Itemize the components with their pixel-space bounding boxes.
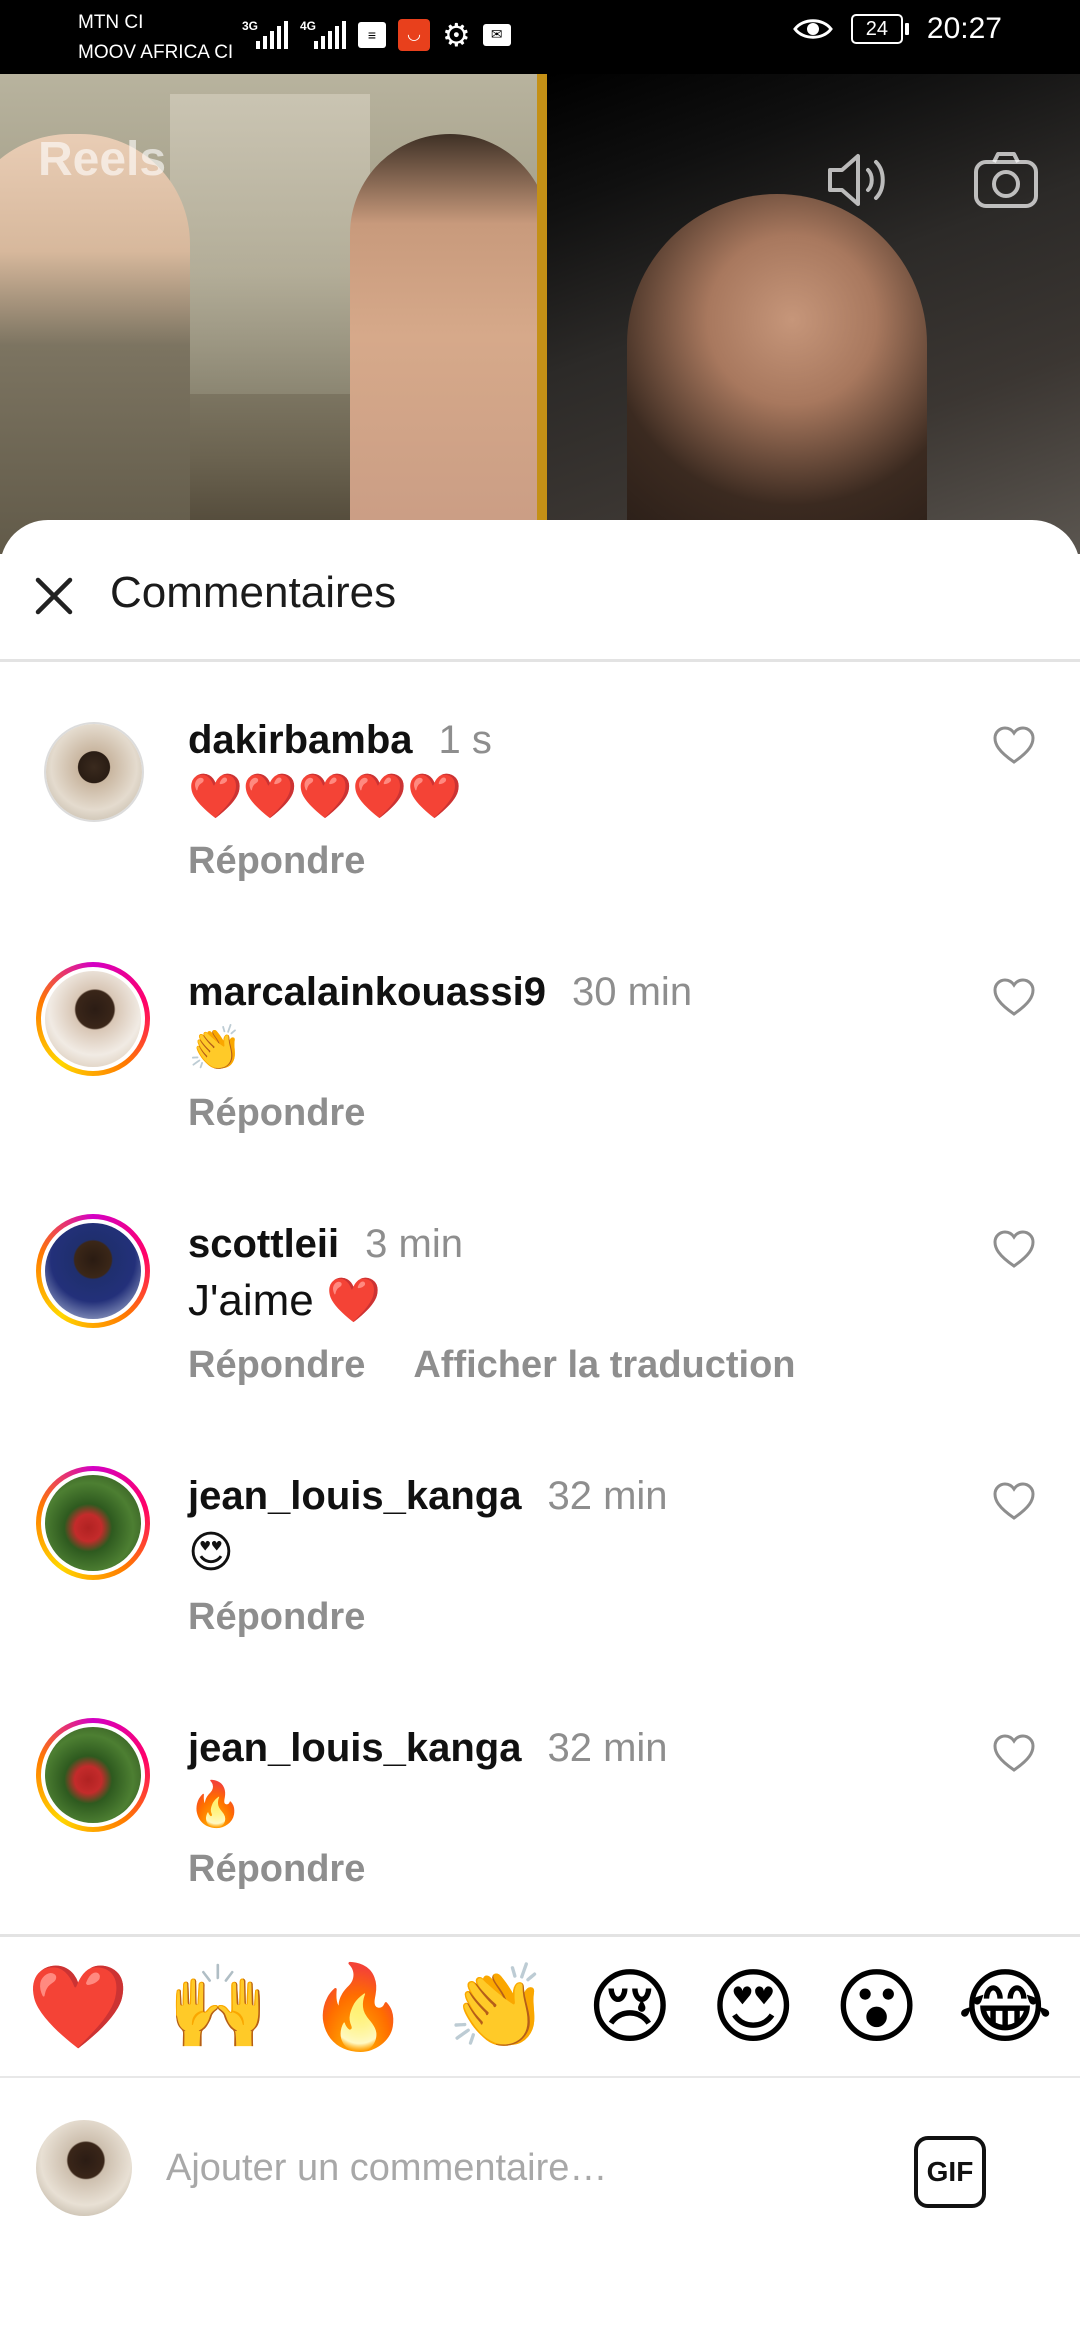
comment-time: 1 s xyxy=(438,718,492,762)
comment-text: J'aime ❤️ xyxy=(188,1276,381,1325)
comments-sheet: Commentaires dakirbamba 1 s ❤️❤️❤️❤️❤️ Ré… xyxy=(0,520,1080,2340)
avatar[interactable] xyxy=(44,722,144,822)
carrier-1: MTN CI xyxy=(78,12,144,33)
comment-item: jean_louis_kanga 32 min 🔥 Répondre xyxy=(0,1674,1080,1914)
avatar[interactable] xyxy=(36,962,150,1076)
comment-input[interactable] xyxy=(166,2133,866,2203)
message-icon: ≡ xyxy=(358,22,386,48)
sheet-header: Commentaires xyxy=(0,520,1080,662)
comment-item: scottleii 3 min J'aime ❤️ Répondre Affiche… xyxy=(0,1170,1080,1410)
emoji-button[interactable]: 😮 xyxy=(834,1963,919,2053)
comment-username[interactable]: jean_louis_kanga xyxy=(188,1726,521,1770)
comment-username[interactable]: dakirbamba xyxy=(188,718,413,762)
close-button[interactable] xyxy=(26,568,82,624)
carrier-info: MTN CI MOOV AFRICA CI xyxy=(78,8,233,68)
avatar[interactable] xyxy=(36,1718,150,1832)
battery-icon: 24 xyxy=(850,14,909,44)
comment-body: dakirbamba 1 s ❤️❤️❤️❤️❤️ Répondre xyxy=(188,714,492,888)
emoji-button[interactable]: ❤️ xyxy=(27,1963,129,2053)
reels-title: Reels xyxy=(38,133,167,186)
comment-username[interactable]: scottleii xyxy=(188,1222,339,1266)
battery-level: 24 xyxy=(850,14,903,44)
comment-body: marcalainkouassi9 30 min 👏 Répondre xyxy=(188,966,692,1140)
heart-icon[interactable] xyxy=(990,1730,1038,1778)
comment-item: jean_louis_kanga 32 min 😍 Répondre xyxy=(0,1422,1080,1662)
comment-body: jean_louis_kanga 32 min 🔥 Répondre xyxy=(188,1722,668,1896)
emoji-button[interactable]: 🔥 xyxy=(307,1963,409,2053)
reel-video[interactable]: Reels xyxy=(0,74,1080,554)
avatar[interactable] xyxy=(36,1466,150,1580)
gear-icon: ⚙ xyxy=(442,17,471,53)
signal-icon: 3G xyxy=(242,19,288,49)
comment-username[interactable]: jean_louis_kanga xyxy=(188,1474,521,1518)
comment-composer: GIF xyxy=(0,2078,1080,2268)
status-bar: MTN CI MOOV AFRICA CI 3G 4G ≡ ◡ ⚙ ✉ 24 2… xyxy=(0,0,1080,74)
camera-icon[interactable] xyxy=(970,144,1042,216)
heart-icon[interactable] xyxy=(990,974,1038,1022)
avatar[interactable] xyxy=(36,1214,150,1328)
comment-item: marcalainkouassi9 30 min 👏 Répondre xyxy=(0,918,1080,1158)
signal-icon: 4G xyxy=(300,19,346,49)
video-divider xyxy=(537,74,547,554)
carrier-2: MOOV AFRICA CI xyxy=(78,42,234,63)
comment-time: 32 min xyxy=(547,1474,668,1518)
divider xyxy=(0,1934,1080,1937)
status-icons-left: 3G 4G ≡ ◡ ⚙ ✉ xyxy=(242,16,511,54)
emoji-button[interactable]: 🙌 xyxy=(167,1963,269,2053)
reply-button[interactable]: Répondre xyxy=(188,1092,365,1134)
comment-time: 3 min xyxy=(365,1222,463,1266)
close-icon xyxy=(35,577,73,615)
network-type-1: 3G xyxy=(242,19,259,33)
eye-icon xyxy=(793,19,833,39)
comment-username[interactable]: marcalainkouassi9 xyxy=(188,970,546,1014)
comment-text: ❤️❤️❤️❤️❤️ xyxy=(188,772,462,821)
emoji-button[interactable]: 😢 xyxy=(587,1963,672,2053)
emoji-button[interactable]: 👏 xyxy=(447,1963,549,2053)
comment-body: jean_louis_kanga 32 min 😍 Répondre xyxy=(188,1470,668,1644)
heart-icon[interactable] xyxy=(990,1478,1038,1526)
volume-icon[interactable] xyxy=(822,144,894,216)
comment-body: scottleii 3 min J'aime ❤️ Répondre Affiche… xyxy=(188,1218,796,1392)
reply-button[interactable]: Répondre xyxy=(188,1344,365,1386)
emoji-button[interactable]: 😍 xyxy=(710,1963,795,2053)
instagram-reels-comments-screen: MTN CI MOOV AFRICA CI 3G 4G ≡ ◡ ⚙ ✉ 24 2… xyxy=(0,0,1080,2340)
translate-button[interactable]: Afficher la traduction xyxy=(413,1344,795,1386)
comment-time: 32 min xyxy=(547,1726,668,1770)
mail-icon: ✉ xyxy=(482,24,511,46)
heart-icon[interactable] xyxy=(990,1226,1038,1274)
gif-button[interactable]: GIF xyxy=(914,2136,986,2208)
reply-button[interactable]: Répondre xyxy=(188,1848,365,1890)
heart-icon[interactable] xyxy=(990,722,1038,770)
emoji-button[interactable]: 😂 xyxy=(957,1963,1053,2053)
shop-icon: ◡ xyxy=(398,19,430,51)
comment-text: 👏 xyxy=(188,1024,243,1073)
network-type-2: 4G xyxy=(300,19,317,33)
comment-time: 30 min xyxy=(572,970,693,1014)
comment-item: dakirbamba 1 s ❤️❤️❤️❤️❤️ Répondre xyxy=(0,666,1080,906)
clock: 20:27 xyxy=(926,12,1002,45)
sheet-title: Commentaires xyxy=(110,568,397,617)
reply-button[interactable]: Répondre xyxy=(188,1596,365,1638)
quick-emoji-bar: ❤️ 🙌 🔥 👏 😢 😍 😮 😂 xyxy=(0,1938,1080,2078)
status-icons-right: 24 20:27 xyxy=(793,12,1002,46)
comment-text: 😍 xyxy=(188,1528,234,1577)
avatar xyxy=(36,2120,132,2216)
reply-button[interactable]: Répondre xyxy=(188,840,365,882)
comment-text: 🔥 xyxy=(188,1780,243,1829)
